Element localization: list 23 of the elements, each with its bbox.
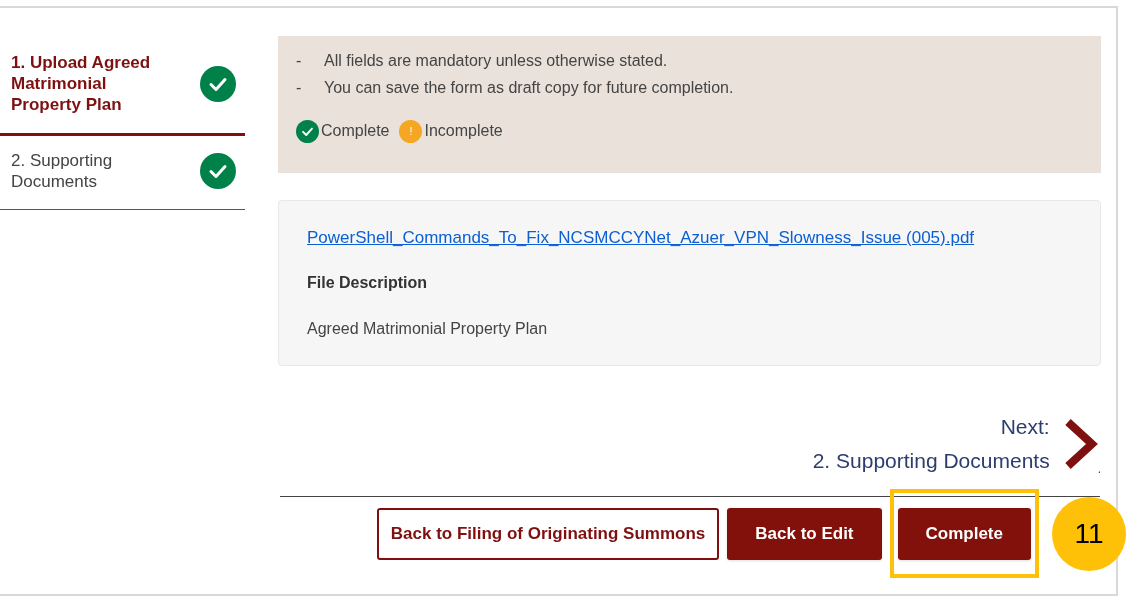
check-circle-icon [200,153,236,189]
legend-label: Complete [321,121,390,141]
action-button[interactable]: Back to Filing of Originating Summons [376,507,720,560]
chevron-right-icon[interactable] [1063,417,1098,470]
check-circle-icon [296,119,319,143]
warning-icon: ! [399,119,423,143]
action-button[interactable]: Back to Edit [727,507,882,560]
step-tab[interactable]: 2. Supporting Documents [0,136,245,210]
field-value: Agreed Matrimonial Property Plan [307,318,549,339]
file-link[interactable]: PowerShell_Commands_To_Fix_NCSMCCYNet_Azuer_VPN_Slowness_Issue (005).pdf [307,228,975,247]
list-dash: - [296,78,303,98]
check-circle-icon [200,65,236,102]
step-callout: 11 [1052,496,1126,571]
trailing-dot: . [1097,460,1101,478]
legend-label: Incomplete [424,121,503,141]
next-label: Next: [1000,413,1050,440]
list-dash: - [296,51,303,71]
field-label: File Description [307,272,429,293]
note-text: You can save the form as draft copy for future completion. [324,78,734,98]
next-step-link[interactable]: 2. Supporting Documents [812,443,1050,478]
step-tab[interactable]: 1. Upload Agreed Matrimonial Property Plan [0,36,245,136]
action-button[interactable]: Complete [897,507,1031,560]
note-text: All fields are mandatory unless otherwise stated. [324,51,668,71]
